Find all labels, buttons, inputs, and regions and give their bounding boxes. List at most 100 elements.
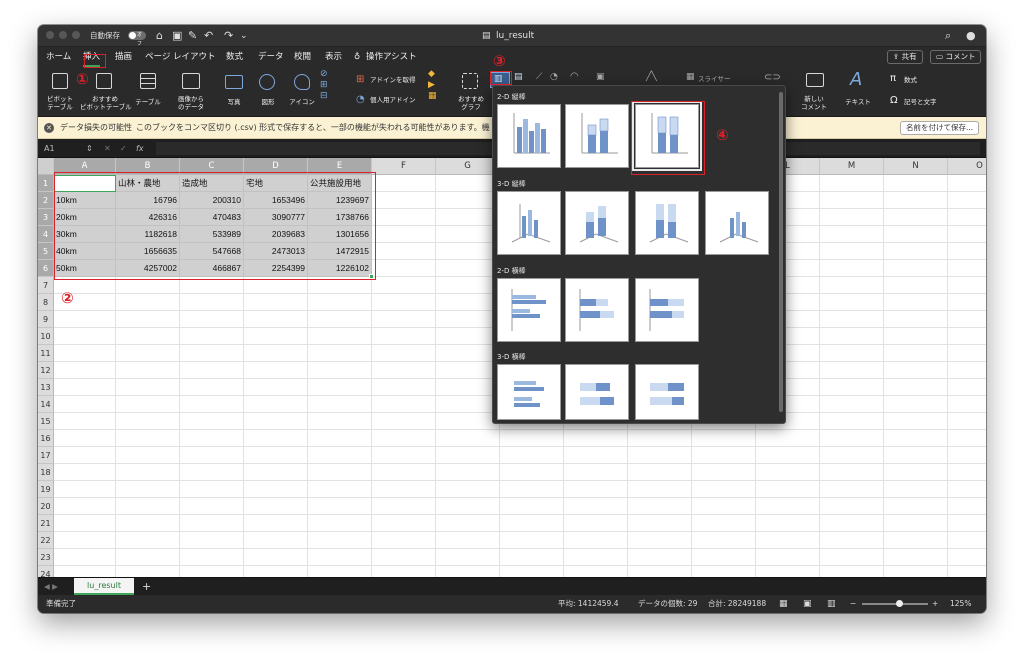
cell-k24[interactable] bbox=[692, 566, 756, 577]
3d-column-option[interactable] bbox=[705, 191, 769, 255]
cell-e12[interactable] bbox=[308, 362, 372, 379]
row-header-6[interactable]: 6 bbox=[38, 260, 54, 277]
row-header-7[interactable]: 7 bbox=[38, 277, 54, 294]
cell-j16[interactable] bbox=[628, 430, 692, 447]
cell-k23[interactable] bbox=[692, 549, 756, 566]
cell-b10[interactable] bbox=[116, 328, 180, 345]
cell-g3[interactable] bbox=[436, 209, 500, 226]
cell-c22[interactable] bbox=[180, 532, 244, 549]
cell-d23[interactable] bbox=[244, 549, 308, 566]
cell-f15[interactable] bbox=[372, 413, 436, 430]
cell-d12[interactable] bbox=[244, 362, 308, 379]
cell-m9[interactable] bbox=[820, 311, 884, 328]
zoom-window-button[interactable] bbox=[72, 31, 80, 39]
row-header-22[interactable]: 22 bbox=[38, 532, 54, 549]
tab-data[interactable]: データ bbox=[258, 47, 284, 67]
cell-a9[interactable] bbox=[54, 311, 116, 328]
cell-o23[interactable] bbox=[948, 549, 986, 566]
3d-stacked-column-option[interactable] bbox=[565, 191, 629, 255]
cell-a18[interactable] bbox=[54, 464, 116, 481]
cell-i23[interactable] bbox=[564, 549, 628, 566]
cell-m7[interactable] bbox=[820, 277, 884, 294]
cell-b24[interactable] bbox=[116, 566, 180, 577]
clustered-bar-option[interactable] bbox=[497, 278, 561, 342]
clustered-column-option[interactable] bbox=[497, 104, 561, 168]
cell-o4[interactable] bbox=[948, 226, 986, 243]
icons-button[interactable]: アイコン bbox=[286, 69, 318, 115]
row-header-10[interactable]: 10 bbox=[38, 328, 54, 345]
3d-stacked-bar-option[interactable] bbox=[565, 364, 629, 420]
cell-m23[interactable] bbox=[820, 549, 884, 566]
cell-m21[interactable] bbox=[820, 515, 884, 532]
cell-o18[interactable] bbox=[948, 464, 986, 481]
stacked-column-option[interactable] bbox=[565, 104, 629, 168]
cell-d15[interactable] bbox=[244, 413, 308, 430]
cell-h22[interactable] bbox=[500, 532, 564, 549]
pivot-table-button[interactable]: ピボット テーブル bbox=[46, 69, 74, 115]
cell-m20[interactable] bbox=[820, 498, 884, 515]
stacked-bar-option[interactable] bbox=[565, 278, 629, 342]
cell-e11[interactable] bbox=[308, 345, 372, 362]
cell-e22[interactable] bbox=[308, 532, 372, 549]
row-header-13[interactable]: 13 bbox=[38, 379, 54, 396]
cell-k16[interactable] bbox=[692, 430, 756, 447]
cell-n21[interactable] bbox=[884, 515, 948, 532]
image-from-data-button[interactable]: 画像から のデータ bbox=[174, 69, 208, 115]
cell-n22[interactable] bbox=[884, 532, 948, 549]
save-as-button[interactable]: 名前を付けて保存... bbox=[900, 121, 980, 135]
equation-button[interactable]: π 数式 bbox=[890, 73, 940, 87]
cell-m13[interactable] bbox=[820, 379, 884, 396]
cell-o9[interactable] bbox=[948, 311, 986, 328]
cell-e20[interactable] bbox=[308, 498, 372, 515]
cell-c21[interactable] bbox=[180, 515, 244, 532]
row-header-19[interactable]: 19 bbox=[38, 481, 54, 498]
cell-f12[interactable] bbox=[372, 362, 436, 379]
cell-k18[interactable] bbox=[692, 464, 756, 481]
cell-b9[interactable] bbox=[116, 311, 180, 328]
tab-page-layout[interactable]: ページ レイアウト bbox=[145, 47, 216, 67]
cell-f14[interactable] bbox=[372, 396, 436, 413]
3d-100-stacked-bar-option[interactable] bbox=[635, 364, 699, 420]
cell-d9[interactable] bbox=[244, 311, 308, 328]
row-header-3[interactable]: 3 bbox=[38, 209, 54, 226]
cell-j22[interactable] bbox=[628, 532, 692, 549]
name-box-stepper-icon[interactable]: ⇕ bbox=[86, 139, 93, 158]
cell-d21[interactable] bbox=[244, 515, 308, 532]
cell-f18[interactable] bbox=[372, 464, 436, 481]
cell-l18[interactable] bbox=[756, 464, 820, 481]
cell-m11[interactable] bbox=[820, 345, 884, 362]
cell-n17[interactable] bbox=[884, 447, 948, 464]
cell-j21[interactable] bbox=[628, 515, 692, 532]
cell-n18[interactable] bbox=[884, 464, 948, 481]
cell-n12[interactable] bbox=[884, 362, 948, 379]
cell-m5[interactable] bbox=[820, 243, 884, 260]
cell-d22[interactable] bbox=[244, 532, 308, 549]
zoom-in-icon[interactable]: + bbox=[932, 595, 938, 613]
text-button[interactable]: A テキスト bbox=[840, 69, 876, 115]
cell-o1[interactable] bbox=[948, 175, 986, 192]
cell-f16[interactable] bbox=[372, 430, 436, 447]
cell-i18[interactable] bbox=[564, 464, 628, 481]
cell-e13[interactable] bbox=[308, 379, 372, 396]
cell-g15[interactable] bbox=[436, 413, 500, 430]
cell-e15[interactable] bbox=[308, 413, 372, 430]
cell-j17[interactable] bbox=[628, 447, 692, 464]
link-icon[interactable]: ⊂⊃ bbox=[764, 72, 781, 83]
row-header-11[interactable]: 11 bbox=[38, 345, 54, 362]
get-addins-button[interactable]: ⊞ アドインを取得 bbox=[356, 73, 438, 87]
cell-m10[interactable] bbox=[820, 328, 884, 345]
cell-o2[interactable] bbox=[948, 192, 986, 209]
cell-g12[interactable] bbox=[436, 362, 500, 379]
cell-n1[interactable] bbox=[884, 175, 948, 192]
cell-i20[interactable] bbox=[564, 498, 628, 515]
cell-d18[interactable] bbox=[244, 464, 308, 481]
zoom-out-icon[interactable]: − bbox=[850, 595, 856, 613]
cell-c14[interactable] bbox=[180, 396, 244, 413]
100-stacked-bar-option[interactable] bbox=[635, 278, 699, 342]
cell-n24[interactable] bbox=[884, 566, 948, 577]
cell-g7[interactable] bbox=[436, 277, 500, 294]
cell-c12[interactable] bbox=[180, 362, 244, 379]
cell-l17[interactable] bbox=[756, 447, 820, 464]
cell-m24[interactable] bbox=[820, 566, 884, 577]
cell-f3[interactable] bbox=[372, 209, 436, 226]
